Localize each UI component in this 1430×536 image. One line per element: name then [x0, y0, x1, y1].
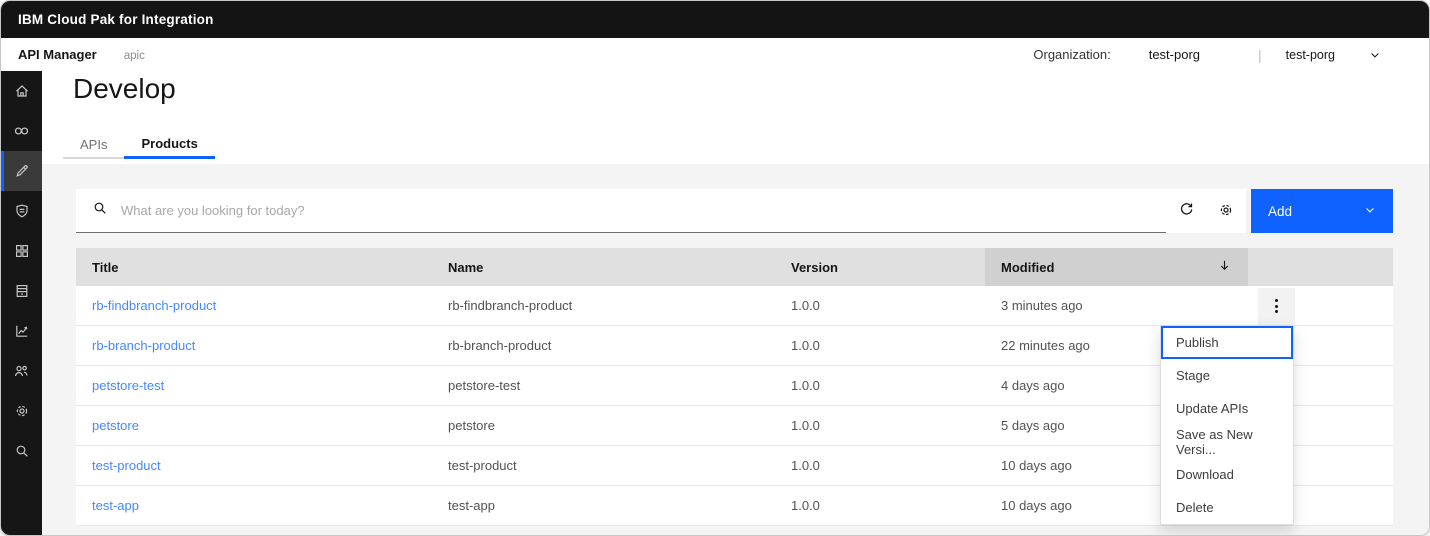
- left-nav: [1, 71, 42, 535]
- product-version: 1.0.0: [791, 418, 820, 433]
- column-header-actions: [1248, 248, 1393, 286]
- grid-icon: [14, 243, 30, 259]
- product-version: 1.0.0: [791, 498, 820, 513]
- sidebar-item-members[interactable]: [1, 351, 42, 391]
- discover-icon: [13, 123, 30, 139]
- gear-icon: [1218, 202, 1234, 221]
- sidebar-item-discover[interactable]: [1, 111, 42, 151]
- add-button-label: Add: [1268, 203, 1293, 219]
- table-settings-button[interactable]: [1206, 189, 1246, 233]
- add-button[interactable]: Add: [1251, 189, 1393, 233]
- members-icon: [13, 363, 30, 379]
- column-header-modified[interactable]: Modified: [985, 248, 1248, 286]
- home-icon: [14, 83, 30, 99]
- product-title-link[interactable]: rb-findbranch-product: [76, 286, 432, 325]
- develop-pencil-icon: [14, 163, 30, 179]
- divider: |: [1258, 46, 1262, 63]
- refresh-icon: [1178, 201, 1195, 221]
- app-window: IBM Cloud Pak for Integration API Manage…: [0, 0, 1430, 536]
- product-title-link[interactable]: rb-branch-product: [76, 326, 432, 365]
- product-version: 1.0.0: [791, 458, 820, 473]
- search-input[interactable]: [121, 203, 1166, 218]
- product-title-link[interactable]: petstore: [76, 406, 432, 445]
- column-header-name[interactable]: Name: [432, 248, 775, 286]
- product-title-link[interactable]: petstore-test: [76, 366, 432, 405]
- sidebar-item-analytics[interactable]: [1, 311, 42, 351]
- search-box: [76, 189, 1166, 233]
- menu-item-save-as-new-version[interactable]: Save as New Versi...: [1161, 425, 1293, 458]
- organization-name: test-porg: [1148, 47, 1201, 62]
- product-name: rb-findbranch-product: [448, 298, 573, 313]
- develop-tabs: APIs Products: [63, 131, 215, 159]
- product-modified: 3 minutes ago: [1001, 298, 1083, 313]
- product-name: test-app: [448, 498, 495, 513]
- product-name: rb-branch-product: [448, 338, 552, 353]
- menu-item-download[interactable]: Download: [1161, 458, 1293, 491]
- app-name: API Manager: [18, 47, 97, 62]
- chevron-down-icon[interactable]: [1369, 49, 1381, 61]
- product-title-link[interactable]: test-product: [76, 446, 432, 485]
- sort-descending-icon: [1217, 258, 1232, 276]
- organization-label: Organization:: [1033, 47, 1111, 62]
- menu-item-update-apis[interactable]: Update APIs: [1161, 392, 1293, 425]
- menu-item-stage[interactable]: Stage: [1161, 359, 1293, 392]
- platform-titlebar: IBM Cloud Pak for Integration: [1, 1, 1429, 38]
- column-header-title[interactable]: Title: [76, 248, 432, 286]
- sidebar-item-apps[interactable]: [1, 231, 42, 271]
- sidebar-item-develop[interactable]: [1, 151, 42, 191]
- menu-item-delete[interactable]: Delete: [1161, 491, 1293, 524]
- organization-bar: Organization: test-porg | test-porg: [1033, 47, 1381, 63]
- organization-selector[interactable]: test-porg: [1286, 48, 1335, 62]
- product-version: 1.0.0: [791, 298, 820, 313]
- app-header-left: API Manager apic: [18, 47, 145, 62]
- search-icon: [92, 200, 108, 221]
- page-title: Develop: [73, 73, 176, 104]
- table-toolbar: Add: [76, 189, 1393, 233]
- table-row: rb-findbranch-product rb-findbranch-prod…: [76, 286, 1393, 326]
- menu-item-publish[interactable]: Publish: [1161, 326, 1293, 359]
- column-header-modified-label: Modified: [1001, 259, 1055, 275]
- sidebar-item-catalog[interactable]: [1, 271, 42, 311]
- sidebar-item-search[interactable]: [1, 431, 42, 471]
- kebab-icon: [1275, 299, 1278, 313]
- product-version: 1.0.0: [791, 378, 820, 393]
- product-name: petstore-test: [448, 378, 521, 393]
- overflow-menu-button[interactable]: [1258, 287, 1295, 325]
- refresh-button[interactable]: [1166, 189, 1206, 233]
- product-version: 1.0.0: [791, 338, 820, 353]
- platform-title: IBM Cloud Pak for Integration: [18, 12, 214, 27]
- catalog-icon: [14, 283, 30, 299]
- product-name: test-product: [448, 458, 517, 473]
- shield-icon: [14, 203, 30, 219]
- column-header-version[interactable]: Version: [775, 248, 985, 286]
- tab-products[interactable]: Products: [124, 131, 215, 159]
- product-title-link[interactable]: test-app: [76, 486, 432, 525]
- chevron-down-icon: [1364, 204, 1376, 219]
- row-context-menu: Publish Stage Update APIs Save as New Ve…: [1160, 325, 1294, 525]
- table-header-row: Title Name Version Modified: [76, 248, 1393, 286]
- app-header: API Manager apic Organization: test-porg…: [1, 38, 1429, 71]
- tab-apis[interactable]: APIs: [63, 131, 125, 159]
- analytics-icon: [14, 323, 30, 339]
- sidebar-item-settings[interactable]: [1, 391, 42, 431]
- row-actions-cell: [1248, 286, 1393, 325]
- product-name: petstore: [448, 418, 495, 433]
- instance-name: apic: [123, 50, 145, 62]
- sidebar-item-policies[interactable]: [1, 191, 42, 231]
- settings-gear-icon: [14, 403, 30, 419]
- search-icon: [14, 443, 30, 459]
- sidebar-item-home[interactable]: [1, 71, 42, 111]
